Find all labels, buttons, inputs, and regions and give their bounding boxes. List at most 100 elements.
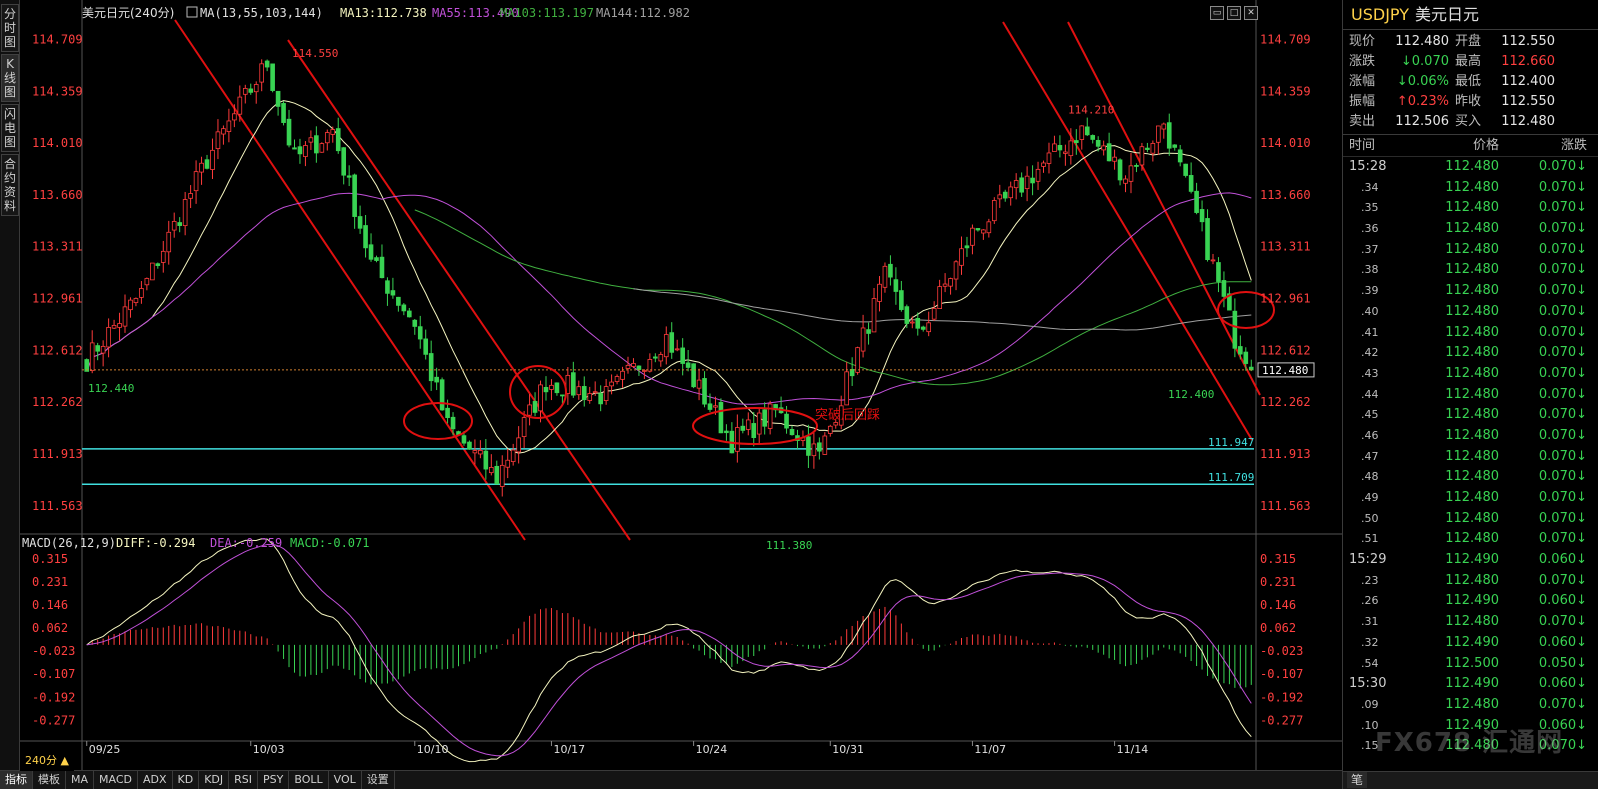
candle-down <box>1019 177 1024 193</box>
candle-up <box>1041 162 1046 167</box>
toolbar-tab-0[interactable]: 指标 <box>0 771 33 789</box>
tick-p: 112.480 <box>1445 365 1499 381</box>
tick-t: 15:28 <box>1349 159 1387 174</box>
candle-down <box>653 356 658 359</box>
candle-down <box>893 279 899 292</box>
tick-row[interactable]: 15:29 112.490 0.060↓ <box>1343 550 1598 571</box>
tick-table[interactable]: 15:28 112.480 0.070↓ .34 112.480 0.070↓ .35 112… <box>1343 157 1598 757</box>
candle-up <box>319 143 325 153</box>
tick-row[interactable]: 15:30 112.490 0.060↓ <box>1343 674 1598 695</box>
tick-p: 112.480 <box>1445 469 1499 485</box>
toolbar-tab-5[interactable]: KD <box>173 771 200 789</box>
tick-row[interactable]: .32 112.490 0.060↓ <box>1343 633 1598 654</box>
tick-row[interactable]: .38 112.480 0.070↓ <box>1343 260 1598 281</box>
tick-row[interactable]: .48 112.480 0.070↓ <box>1343 467 1598 488</box>
candle-down <box>292 147 297 150</box>
tick-row[interactable]: .43 112.480 0.070↓ <box>1343 364 1598 385</box>
tick-row[interactable]: .31 112.480 0.070↓ <box>1343 612 1598 633</box>
candle-down <box>401 304 407 312</box>
chart-area[interactable]: 111.947 111.709 112.480 114.550 112.440 111.3… <box>20 0 1342 770</box>
candle-up <box>182 199 188 227</box>
tick-row[interactable]: .39 112.480 0.070↓ <box>1343 281 1598 302</box>
candle-down <box>920 326 926 330</box>
quote-l2-1: 最高 <box>1455 54 1482 69</box>
low-start-label: 112.440 <box>88 382 134 395</box>
candle-up <box>171 221 177 231</box>
macd-tick-right: -0.107 <box>1260 667 1303 681</box>
candle-up <box>106 327 111 348</box>
candle-up <box>499 464 505 487</box>
tick-row[interactable]: .50 112.480 0.070↓ <box>1343 509 1598 530</box>
tick-t: .31 <box>1361 615 1379 629</box>
candle-up <box>527 404 532 416</box>
tick-c: 0.070↓ <box>1538 324 1587 340</box>
tick-row[interactable]: .35 112.480 0.070↓ <box>1343 198 1598 219</box>
macd-diff-line <box>86 538 1252 763</box>
tab-contract-label: 合约资料 <box>3 157 16 213</box>
toolbar-tab-8[interactable]: PSY <box>258 771 290 789</box>
ma-toggle-icon[interactable] <box>186 6 198 18</box>
tick-row[interactable]: .46 112.480 0.070↓ <box>1343 426 1598 447</box>
toolbar-tab-6[interactable]: KDJ <box>199 771 230 789</box>
quote-l2-3: 昨收 <box>1455 94 1482 109</box>
candle-down <box>363 225 368 249</box>
tick-row[interactable]: .45 112.480 0.070↓ <box>1343 405 1598 426</box>
quote-l1-2: 涨幅 <box>1349 74 1376 89</box>
indicator-toolbar: 240分 ▲ 指标 模板 MA MACD ADX KD KDJ RSI PSY BOLL VOL 设置 <box>0 752 1342 789</box>
maximize-icon[interactable]: □ <box>1227 6 1241 20</box>
price-tick-right: 114.709 <box>1260 32 1311 46</box>
candle-up <box>538 384 543 412</box>
tick-p: 112.480 <box>1445 531 1499 547</box>
tick-row[interactable]: .42 112.480 0.070↓ <box>1343 343 1598 364</box>
tick-row[interactable]: .36 112.480 0.070↓ <box>1343 219 1598 240</box>
tick-row[interactable]: .51 112.480 0.070↓ <box>1343 529 1598 550</box>
tick-row[interactable]: .54 112.500 0.050↓ <box>1343 654 1598 675</box>
tick-row[interactable]: .09 112.480 0.070↓ <box>1343 695 1598 716</box>
trend-channel-line <box>1067 21 1261 396</box>
toolbar-tab-4[interactable]: ADX <box>138 771 173 789</box>
candle-down <box>385 280 390 294</box>
tick-row[interactable]: 15:28 112.480 0.070↓ <box>1343 157 1598 178</box>
low-1-label: 111.380 <box>766 539 812 552</box>
candle-down <box>866 329 871 334</box>
candle-up <box>603 386 609 401</box>
close-icon[interactable]: ✕ <box>1244 6 1258 20</box>
candle-up <box>111 325 117 329</box>
tick-row[interactable]: .37 112.480 0.070↓ <box>1343 240 1598 261</box>
tick-c: 0.070↓ <box>1538 531 1587 547</box>
x-tick-label: 10/03 <box>253 743 285 756</box>
toolbar-tab-10[interactable]: VOL <box>329 771 362 789</box>
candle-up <box>253 84 259 93</box>
tick-row[interactable]: .49 112.480 0.070↓ <box>1343 488 1598 509</box>
restore-icon[interactable]: ▭ <box>1210 6 1224 20</box>
tab-timeshare[interactable]: 分时图 <box>1 4 19 52</box>
tab-contract-info[interactable]: 合约资料 <box>1 154 19 216</box>
candle-up <box>1139 146 1145 166</box>
tick-c: 0.050↓ <box>1538 655 1587 671</box>
tick-row[interactable]: .40 112.480 0.070↓ <box>1343 302 1598 323</box>
toolbar-tab-7[interactable]: RSI <box>229 771 259 789</box>
toolbar-tab-2[interactable]: MA <box>66 771 95 789</box>
toolbar-tab-3[interactable]: MACD <box>94 771 138 789</box>
tick-c: 0.070↓ <box>1538 510 1587 526</box>
candle-up <box>1128 165 1134 182</box>
tick-row[interactable]: .34 112.480 0.070↓ <box>1343 178 1598 199</box>
kline-chart[interactable]: 111.947 111.709 112.480 114.550 112.440 111.3… <box>20 0 1342 770</box>
candle-down <box>784 413 789 429</box>
toolbar-tab-1[interactable]: 模板 <box>33 771 66 789</box>
toolbar-tab-9[interactable]: BOLL <box>289 771 329 789</box>
candle-down <box>669 332 675 353</box>
tab-kline[interactable]: K线图 <box>1 54 19 102</box>
tick-row[interactable]: .26 112.490 0.060↓ <box>1343 591 1598 612</box>
candle-down <box>806 436 811 456</box>
candle-up <box>188 193 193 199</box>
tick-row[interactable]: .44 112.480 0.070↓ <box>1343 385 1598 406</box>
tick-row[interactable]: .23 112.480 0.070↓ <box>1343 571 1598 592</box>
tick-row[interactable]: .47 112.480 0.070↓ <box>1343 447 1598 468</box>
tick-row[interactable]: .41 112.480 0.070↓ <box>1343 323 1598 344</box>
chart-grid <box>20 0 1342 770</box>
toolbar-tab-11[interactable]: 设置 <box>362 771 395 789</box>
tab-flash[interactable]: 闪电图 <box>1 104 19 152</box>
tick-footer-button[interactable]: 笔 <box>1347 772 1368 788</box>
period-selector[interactable]: 240分 ▲ <box>20 752 74 771</box>
